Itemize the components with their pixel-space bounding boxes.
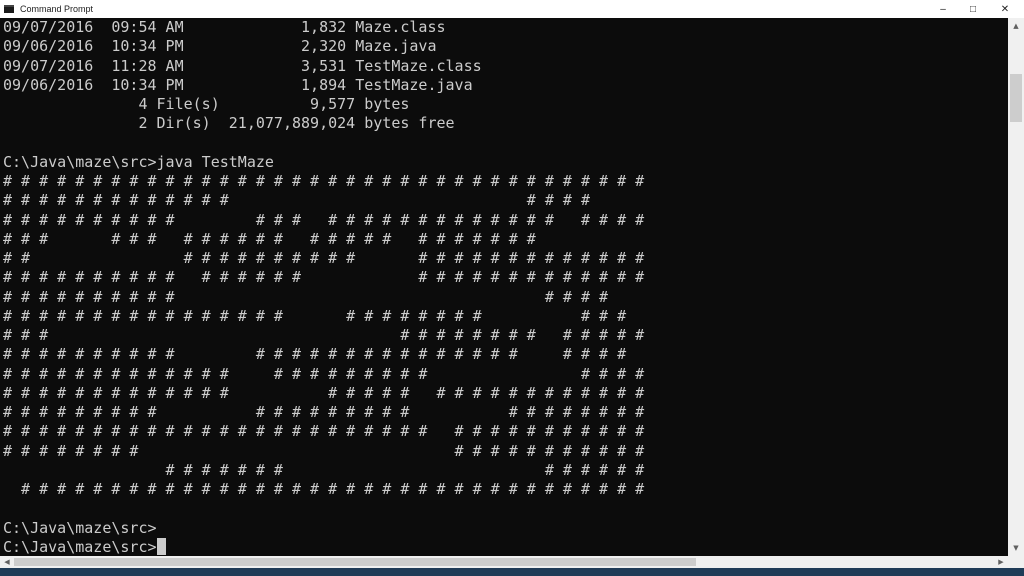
horizontal-scroll-thumb[interactable] [14,558,696,566]
console-text: 09/07/2016 09:54 AM 1,832 Maze.class 09/0… [0,18,1008,556]
arrow-right-icon: ▶ [998,558,1004,566]
console-line: # # # # # # # # # # # # # # # # # # # # … [3,306,627,325]
console-line: 09/06/2016 10:34 PM 1,894 TestMaze.java [3,75,473,94]
console-line: # # # # # # # # # # # # # # # # # # # [3,441,645,460]
scroll-up-button[interactable]: ▲ [1008,18,1024,34]
console-output[interactable]: 09/07/2016 09:54 AM 1,832 Maze.class 09/0… [0,18,1008,556]
console-line: 09/07/2016 09:54 AM 1,832 Maze.class [3,18,446,36]
arrow-up-icon: ▲ [1013,22,1019,30]
arrow-down-icon: ▼ [1013,544,1019,552]
console-app-icon [4,5,14,13]
window-title: Command Prompt [20,4,94,14]
horizontal-scrollbar[interactable]: ◀ ▶ [0,556,1008,568]
minimize-button[interactable]: – [928,0,958,18]
console-line: # # # # # # # # # # # # # [3,460,645,479]
console-line: 4 File(s) 9,577 bytes [3,95,410,113]
console-line: 2 Dir(s) 21,077,889,024 bytes free [3,114,455,133]
maximize-button[interactable]: □ [958,0,988,18]
console-line: # # # # # # # # # # # # # # # # # # # # … [3,229,536,248]
minimize-icon: – [940,3,946,15]
console-line: # # # # # # # # # # # # # # # # # # # # … [3,345,627,364]
taskbar-strip [0,568,1024,576]
console-line: # # # # # # # # # # # # # # # # # # # # … [3,403,645,421]
scrollbar-corner [1008,556,1024,568]
arrow-left-icon: ◀ [4,558,10,566]
console-line: # # # # # # # # # # # # # # # # # # # # … [3,210,645,229]
title-bar: Command Prompt – □ ✕ [0,0,1024,18]
console-line: # # # # # # # # # # # # # # [3,287,609,306]
console-line: # # # # # # # # # # # # # # # # # # # # … [3,383,645,402]
console-line: # # # # # # # # # # # # # # # # # # # # … [3,480,645,498]
scroll-right-button[interactable]: ▶ [994,556,1008,568]
console-line: # # # # # # # # # # # # # # # # # # # # … [3,422,645,441]
close-icon: ✕ [1000,3,1010,15]
scroll-left-button[interactable]: ◀ [0,556,14,568]
console-line: # # # # # # # # # # # # # # # # # # # # … [3,249,645,267]
maximize-icon: □ [969,3,977,15]
console-line: C:\Java\maze\src> [3,518,157,537]
console-line: # # # # # # # # # # # # # # # # # # # # … [3,268,645,287]
vertical-scroll-thumb[interactable] [1010,74,1022,122]
console-line: 09/07/2016 11:28 AM 3,531 TestMaze.class [3,56,482,75]
vertical-scrollbar[interactable]: ▲ ▼ [1008,18,1024,556]
scroll-down-button[interactable]: ▼ [1008,540,1024,556]
console-line: # # # # # # # # # # # # # # # # [3,326,645,344]
text-cursor [156,537,166,555]
console-line: # # # # # # # # # # # # # # # # # # # # … [3,364,645,383]
console-line: # # # # # # # # # # # # # # # # # [3,191,590,210]
console-line: 09/06/2016 10:34 PM 2,320 Maze.java [3,37,437,56]
console-line: # # # # # # # # # # # # # # # # # # # # … [3,172,645,190]
console-line: C:\Java\maze\src>java TestMaze [3,152,274,171]
close-button[interactable]: ✕ [990,0,1020,18]
console-line: C:\Java\maze\src> [3,537,1008,556]
